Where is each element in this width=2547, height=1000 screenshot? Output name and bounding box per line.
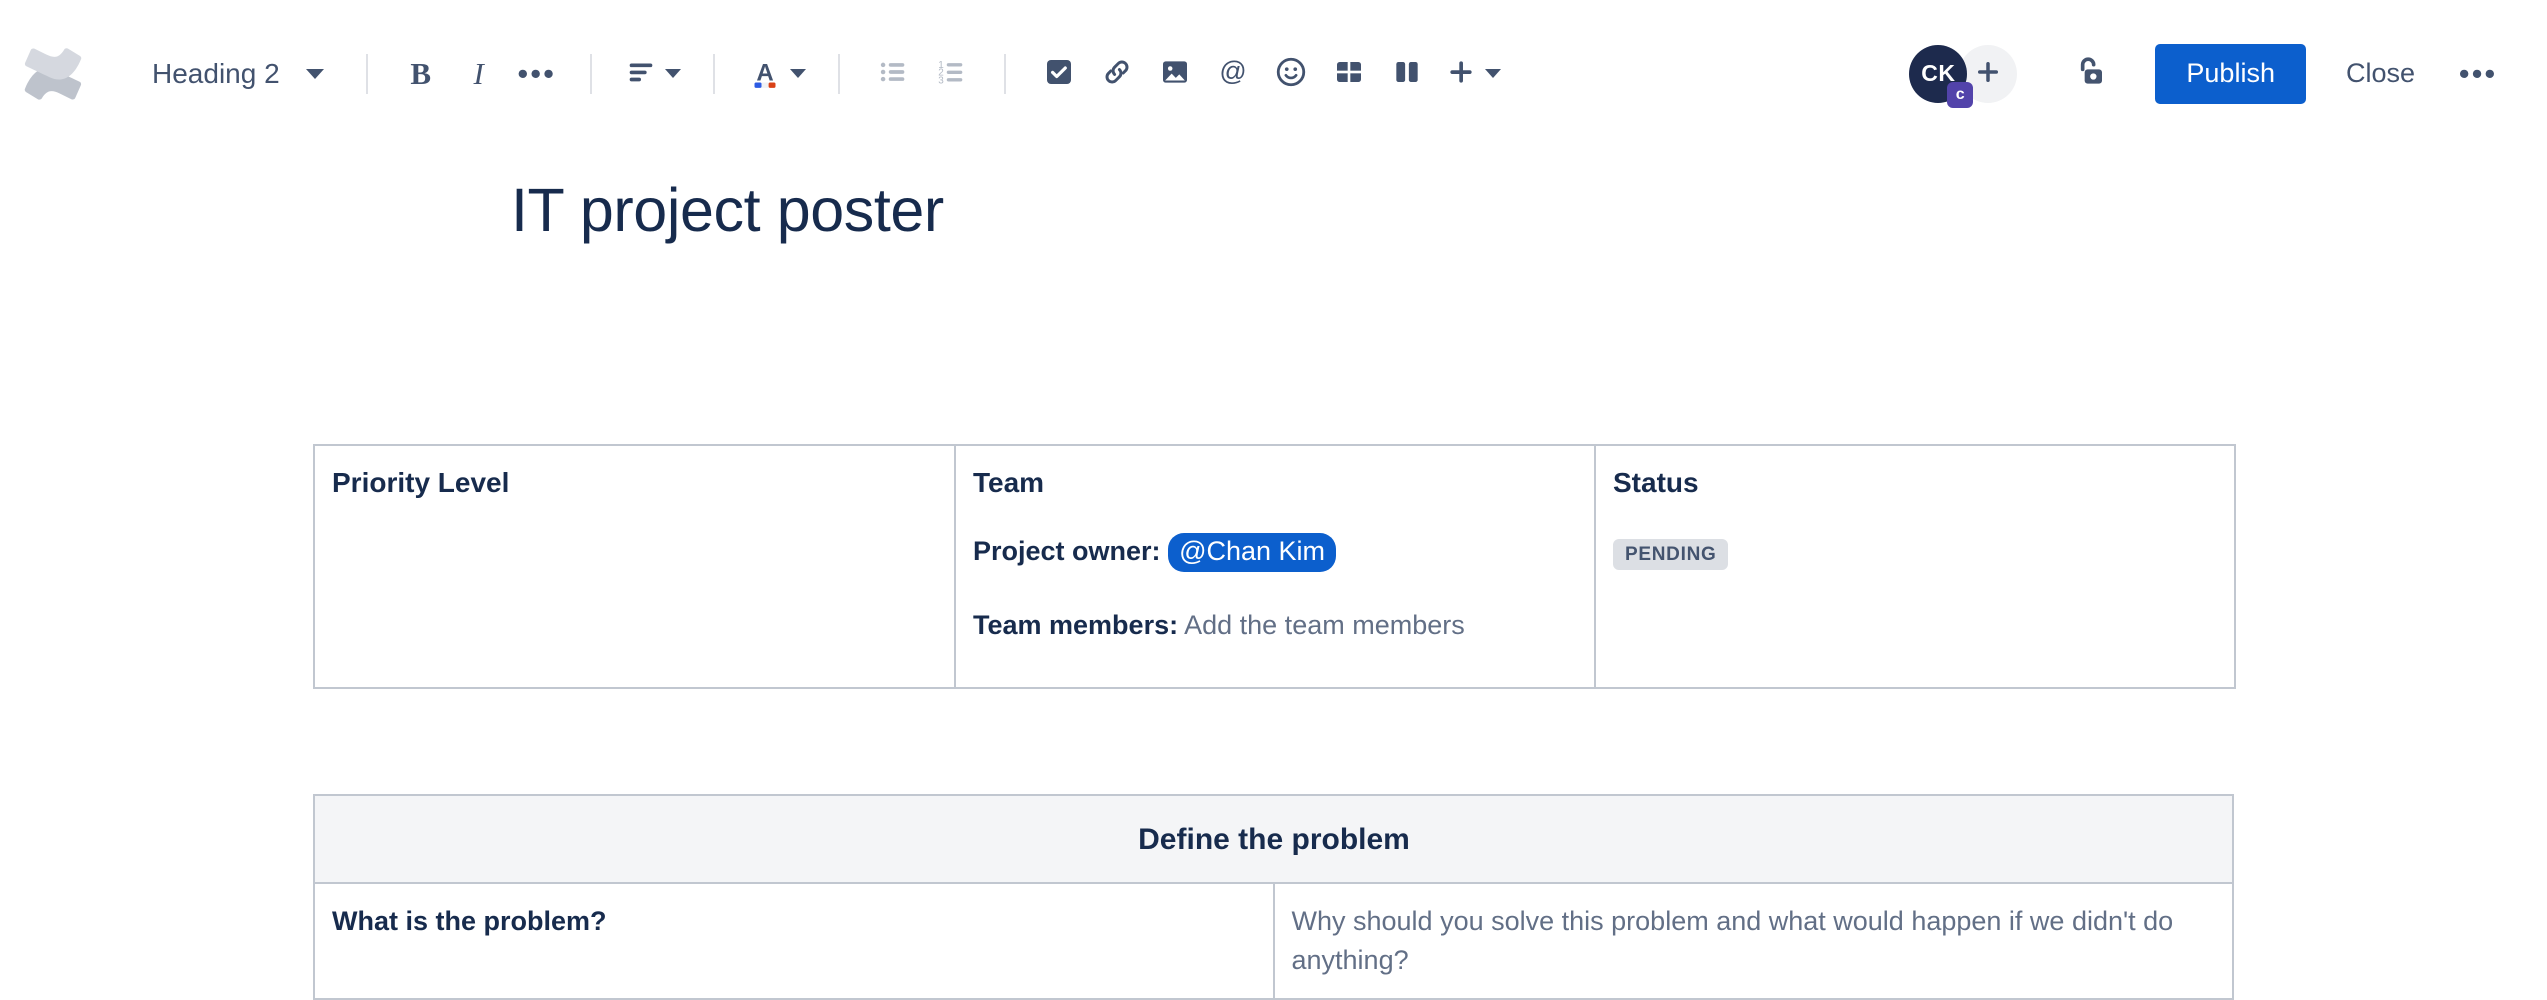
project-owner-label: Project owner:	[973, 536, 1161, 566]
plus-icon	[1444, 55, 1478, 92]
toolbar-divider	[366, 54, 368, 94]
problem-answer-cell[interactable]: Why should you solve this problem and wh…	[1274, 883, 2234, 998]
task-list-button[interactable]	[1030, 45, 1088, 103]
bold-icon: B	[410, 56, 431, 92]
ellipsis-icon: •••	[517, 66, 556, 82]
toolbar-divider	[1004, 54, 1006, 94]
bold-button[interactable]: B	[392, 45, 450, 103]
numbered-list-button[interactable]: 1 2 3	[922, 45, 980, 103]
priority-level-heading: Priority Level	[332, 463, 938, 502]
team-members-label: Team members:	[973, 610, 1178, 640]
status-badge[interactable]: PENDING	[1613, 539, 1728, 570]
ellipsis-icon: •••	[2459, 66, 2498, 82]
table-icon	[1333, 56, 1365, 91]
columns-layout-icon	[1391, 56, 1423, 91]
checkbox-icon	[1043, 56, 1075, 91]
emoji-icon	[1274, 55, 1308, 92]
text-align-button[interactable]	[616, 45, 689, 103]
chevron-down-icon	[790, 69, 806, 78]
layout-button[interactable]	[1378, 45, 1436, 103]
team-members-placeholder[interactable]: Add the team members	[1184, 610, 1465, 640]
toolbar-divider	[838, 54, 840, 94]
toolbar-group-text-color: A	[739, 45, 814, 103]
toolbar-group-lists: 1 2 3	[864, 45, 980, 103]
svg-text:@: @	[1219, 56, 1246, 86]
toolbar-group-text-style: B I •••	[392, 45, 566, 103]
chevron-down-icon	[665, 69, 681, 78]
image-button[interactable]	[1146, 45, 1204, 103]
toolbar-group-insert: @	[1030, 45, 1509, 103]
document-body: IT project poster Priority Level Team Pr…	[0, 147, 2547, 1000]
numbered-list-icon: 1 2 3	[934, 55, 968, 92]
insert-more-button[interactable]	[1436, 45, 1509, 103]
team-members-line: Team members: Add the team members	[973, 606, 1578, 645]
avatar[interactable]: CK c	[1909, 45, 1967, 103]
italic-icon: I	[473, 56, 483, 92]
project-owner-line: Project owner: @Chan Kim	[973, 532, 1578, 572]
chevron-down-icon	[306, 69, 324, 79]
publish-button[interactable]: Publish	[2155, 44, 2306, 104]
team-cell[interactable]: Team Project owner: @Chan Kim Team membe…	[955, 445, 1595, 688]
page-more-actions-button[interactable]: •••	[2449, 45, 2507, 103]
more-formatting-button[interactable]: •••	[508, 45, 566, 103]
svg-text:A: A	[756, 59, 773, 86]
status-heading: Status	[1613, 463, 2218, 502]
text-color-button[interactable]: A	[739, 45, 814, 103]
plus-icon	[1973, 57, 2003, 90]
status-line: PENDING	[1613, 532, 2218, 571]
svg-text:3: 3	[938, 75, 944, 86]
problem-question-cell[interactable]: What is the problem?	[314, 883, 1274, 998]
editor-toolbar: Heading 2 B I •••	[0, 0, 2547, 147]
mention-icon: @	[1216, 55, 1250, 92]
define-the-problem-table: Define the problem What is the problem? …	[313, 794, 2234, 999]
bullet-list-button[interactable]	[864, 45, 922, 103]
toolbar-group-alignment	[616, 45, 689, 103]
project-overview-table: Priority Level Team Project owner: @Chan…	[313, 444, 2236, 689]
mention-button[interactable]: @	[1204, 45, 1262, 103]
image-icon	[1159, 56, 1191, 91]
confluence-logo-icon	[22, 43, 84, 105]
avatar-app-badge: c	[1947, 82, 1973, 108]
toolbar-divider	[713, 54, 715, 94]
link-button[interactable]	[1088, 45, 1146, 103]
toolbar-divider	[590, 54, 592, 94]
emoji-button[interactable]	[1262, 45, 1320, 103]
mention-chip[interactable]: @Chan Kim	[1168, 533, 1336, 572]
collaborators: CK c	[1909, 45, 2017, 103]
close-button[interactable]: Close	[2324, 44, 2437, 104]
toolbar-group-block-type: Heading 2	[132, 45, 342, 103]
define-the-problem-heading[interactable]: Define the problem	[314, 795, 2233, 883]
priority-level-cell[interactable]: Priority Level	[314, 445, 955, 688]
table-row: What is the problem? Why should you solv…	[314, 883, 2233, 998]
unlocked-padlock-icon	[2070, 52, 2110, 95]
tables-container: Priority Level Team Project owner: @Chan…	[0, 444, 2547, 999]
block-type-select[interactable]: Heading 2	[132, 45, 342, 103]
table-header-row: Define the problem	[314, 795, 2233, 883]
link-icon	[1100, 55, 1134, 92]
bullet-list-icon	[876, 55, 910, 92]
text-color-icon: A	[747, 54, 783, 93]
block-type-label: Heading 2	[152, 58, 280, 90]
status-cell[interactable]: Status PENDING	[1595, 445, 2235, 688]
page-title[interactable]: IT project poster	[0, 147, 2547, 248]
team-heading: Team	[973, 463, 1578, 502]
restrictions-button[interactable]	[2061, 45, 2119, 103]
align-left-icon	[624, 55, 658, 92]
chevron-down-icon	[1485, 69, 1501, 78]
table-row: Priority Level Team Project owner: @Chan…	[314, 445, 2235, 688]
italic-button[interactable]: I	[450, 45, 508, 103]
table-button[interactable]	[1320, 45, 1378, 103]
